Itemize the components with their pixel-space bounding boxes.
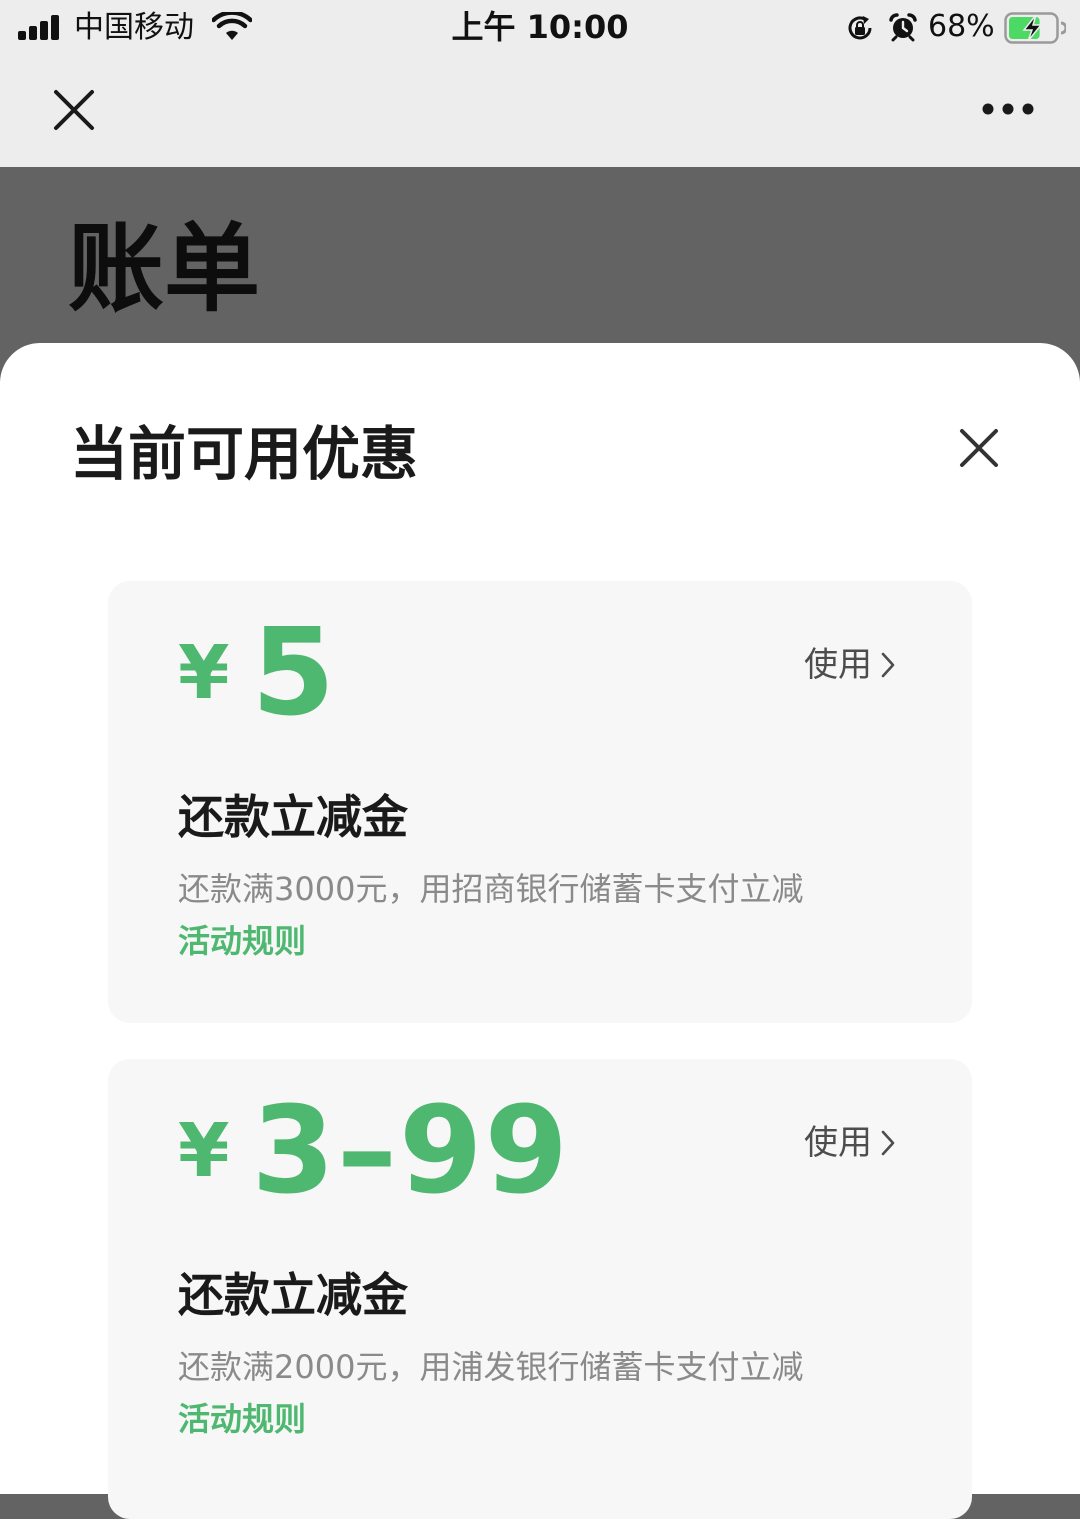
use-label: 使用 [804, 1123, 872, 1163]
coupon-value: 5 [251, 604, 337, 743]
coupon-name: 还款立减金 [178, 1268, 408, 1322]
nav-bar [0, 56, 1080, 167]
close-icon[interactable] [50, 86, 98, 134]
battery-icon [1004, 12, 1066, 44]
status-bar: 中国移动 上午 10:00 68% [0, 0, 1080, 56]
coupon-amount: ¥5 [178, 609, 337, 739]
coupon-card: ¥5 使用 还款立减金 还款满3000元，用招商银行储蓄卡支付立减 活动规则 [108, 581, 972, 1023]
currency-symbol: ¥ [178, 630, 230, 716]
coupon-amount: ¥3–99 [178, 1087, 570, 1217]
use-button[interactable]: 使用 [804, 643, 896, 687]
use-button[interactable]: 使用 [804, 1121, 896, 1165]
sheet-title: 当前可用优惠 [70, 420, 419, 488]
coupon-description: 还款满2000元，用浦发银行储蓄卡支付立减 [178, 1348, 804, 1386]
use-label: 使用 [804, 645, 872, 685]
coupon-name: 还款立减金 [178, 790, 408, 844]
chevron-right-icon [881, 652, 895, 677]
status-time: 上午 10:00 [451, 8, 629, 46]
coupon-card: ¥3–99 使用 还款立减金 还款满2000元，用浦发银行储蓄卡支付立减 活动规… [108, 1059, 972, 1519]
close-icon[interactable] [956, 425, 1002, 471]
chevron-right-icon [881, 1130, 895, 1155]
coupon-value: 3–99 [251, 1082, 570, 1221]
more-icon[interactable] [976, 94, 1040, 124]
coupon-sheet: 当前可用优惠 ¥5 使用 还款立减金 还款满3000元，用招商银行储蓄卡支付立减… [0, 343, 1080, 1519]
rotation-lock-icon [848, 16, 872, 40]
page-title: 账单 [68, 213, 260, 325]
battery-percentage: 68% [928, 9, 995, 44]
activity-rules-link[interactable]: 活动规则 [178, 919, 306, 963]
currency-symbol: ¥ [178, 1108, 230, 1194]
alarm-icon [889, 13, 917, 42]
activity-rules-link[interactable]: 活动规则 [178, 1397, 306, 1441]
coupon-description: 还款满3000元，用招商银行储蓄卡支付立减 [178, 870, 804, 908]
